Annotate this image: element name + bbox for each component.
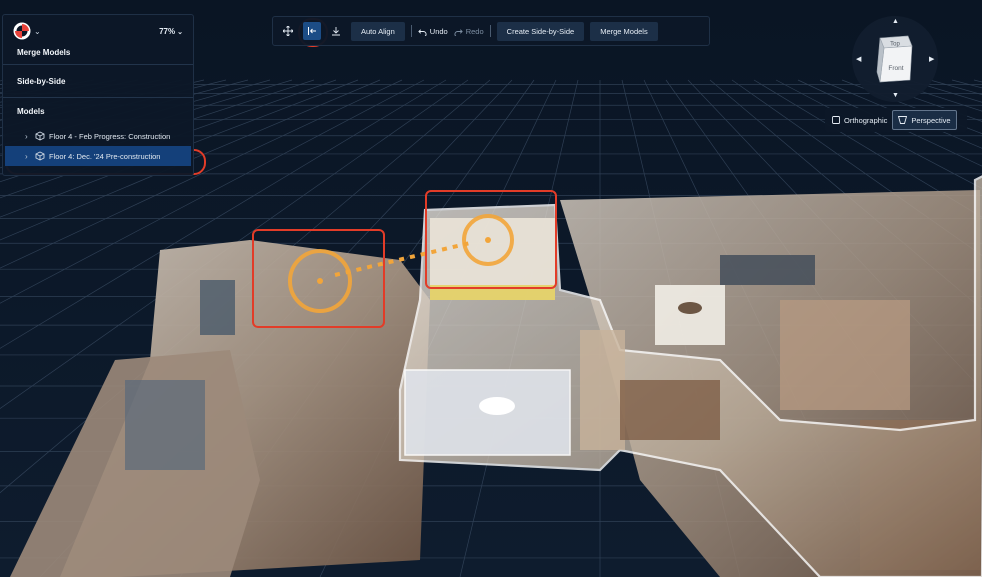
perspective-label: Perspective bbox=[911, 115, 951, 125]
cube-icon bbox=[35, 131, 45, 141]
cube-front-label: Front bbox=[888, 65, 903, 72]
cube-icon bbox=[35, 151, 45, 161]
model-item-dec-preconstruction[interactable]: › Floor 4: Dec. '24 Pre-construction bbox=[5, 146, 191, 166]
merge-models-button[interactable]: Merge Models bbox=[590, 21, 658, 41]
side-by-side-title: Side-by-Side bbox=[3, 65, 193, 98]
toolbar-divider bbox=[489, 25, 491, 37]
model-label: Floor 4: Dec. '24 Pre-construction bbox=[49, 151, 161, 161]
redo-label: Redo bbox=[465, 26, 484, 36]
highlight-marker-left bbox=[252, 229, 385, 328]
move-icon[interactable] bbox=[279, 22, 297, 40]
perspective-icon bbox=[898, 116, 908, 124]
create-side-by-side-button[interactable]: Create Side-by-Side bbox=[496, 21, 585, 41]
orthographic-option[interactable]: Orthographic bbox=[827, 110, 892, 130]
toolbar-divider bbox=[410, 25, 412, 37]
highlight-marker-right bbox=[425, 190, 557, 289]
alignment-toolbar: Auto Align Undo Redo Create Side-by-Side… bbox=[272, 16, 710, 46]
chevron-down-icon[interactable]: ⌄ bbox=[177, 29, 183, 36]
models-panel: ⌄ 77% ⌄ Merge Models Side-by-Side Models … bbox=[2, 14, 194, 176]
matterport-logo-icon[interactable] bbox=[13, 22, 31, 40]
undo-icon bbox=[418, 28, 427, 36]
square-icon bbox=[832, 116, 840, 124]
perspective-option[interactable]: Perspective bbox=[892, 110, 957, 130]
panel-header: ⌄ 77% ⌄ bbox=[3, 15, 193, 47]
undo-label: Undo bbox=[429, 26, 448, 36]
redo-button[interactable]: Redo bbox=[454, 27, 484, 36]
orthographic-label: Orthographic bbox=[844, 115, 888, 125]
model-label: Floor 4 - Feb Progress: Construction bbox=[49, 131, 171, 141]
auto-align-button[interactable]: Auto Align bbox=[351, 21, 405, 41]
undo-button[interactable]: Undo bbox=[418, 27, 448, 36]
navigation-cube[interactable]: ▲ ▼ ◀ ▶ Top Front bbox=[852, 16, 938, 102]
view-cube[interactable]: Top Front bbox=[852, 16, 938, 102]
redo-icon bbox=[454, 28, 463, 36]
merge-models-title: Merge Models bbox=[3, 47, 193, 65]
chevron-right-icon[interactable]: › bbox=[25, 152, 34, 161]
chevron-down-icon[interactable]: ⌄ bbox=[34, 27, 41, 36]
cube-top-label: Top bbox=[890, 42, 900, 48]
projection-toggle: Orthographic Perspective bbox=[825, 108, 967, 132]
models-title: Models bbox=[17, 107, 45, 116]
zoom-level[interactable]: 77% ⌄ bbox=[159, 27, 183, 36]
download-icon[interactable] bbox=[327, 22, 345, 40]
chevron-right-icon[interactable]: › bbox=[25, 132, 34, 141]
model-item-feb-progress[interactable]: › Floor 4 - Feb Progress: Construction bbox=[3, 126, 193, 146]
align-start-icon[interactable] bbox=[303, 22, 321, 40]
